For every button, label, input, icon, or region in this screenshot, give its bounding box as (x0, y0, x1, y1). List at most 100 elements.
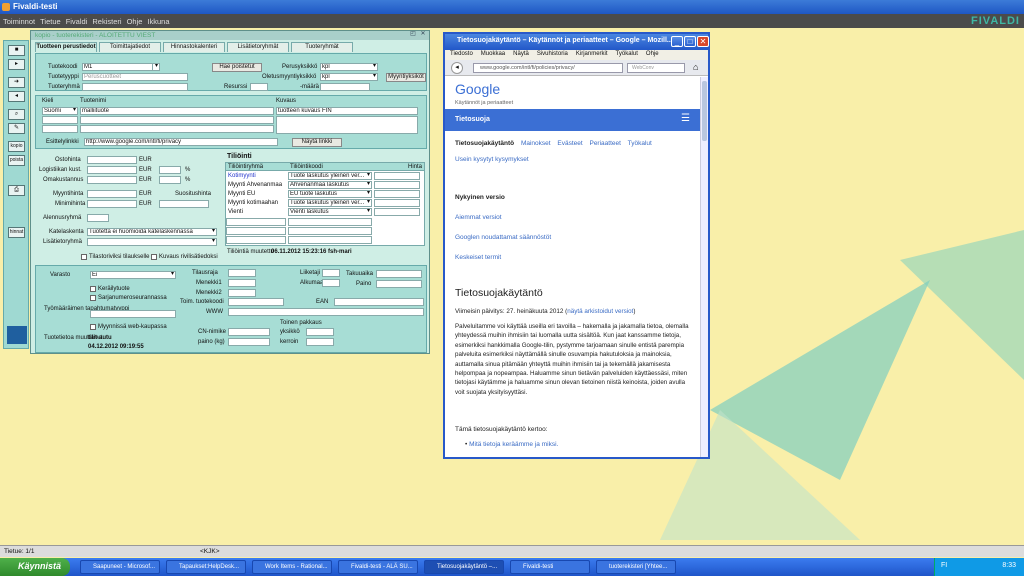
print-icon[interactable]: ⎙ (8, 185, 25, 196)
saannostot-link[interactable]: Googlen noudattamat säännöstöt (455, 233, 695, 243)
minimihinta-field[interactable] (87, 200, 137, 208)
tilausraja-field[interactable] (228, 269, 256, 277)
search-icon[interactable]: ⌕ (8, 109, 25, 120)
menekki2-field[interactable] (228, 289, 256, 297)
language-select-empty[interactable] (42, 116, 78, 124)
ean-field[interactable] (334, 298, 424, 306)
web-checkbox[interactable] (90, 324, 96, 330)
kerroin-field[interactable] (306, 338, 334, 346)
kuvaus-rivi-checkbox[interactable] (151, 254, 157, 260)
delete-button[interactable]: poista (8, 155, 25, 166)
tab-evasteet[interactable]: Evästeet (557, 140, 582, 147)
menekki1-field[interactable] (228, 279, 256, 287)
menu-sivuhistoria[interactable]: Sivuhistoria (532, 50, 571, 57)
menu-kirjanmerkit[interactable]: Kirjanmerkit (571, 50, 611, 57)
logistiikka-field[interactable] (87, 166, 137, 174)
tiliointi-row[interactable]: Vienti Vienti laskutus (226, 208, 424, 217)
faq-link[interactable]: Usein kysytyt kysymykset (455, 155, 695, 165)
row-price-field[interactable] (374, 181, 420, 189)
row-price-field[interactable] (374, 208, 420, 216)
paino-field[interactable] (376, 280, 422, 288)
edit-icon[interactable]: ✎ (8, 123, 25, 134)
task-work-items[interactable]: Work Items - Rational... (252, 560, 332, 574)
window-close-icon[interactable]: ✕ (419, 31, 427, 39)
row-code-select[interactable]: Ahvenanmaa laskutus (288, 181, 372, 189)
back-icon[interactable]: ◂ (451, 62, 463, 74)
empty-cell[interactable] (226, 218, 286, 226)
task-tuoterekisteri[interactable]: tuoterekisteri [Yhtee... (596, 560, 676, 574)
tab-periaatteet[interactable]: Periaatteet (589, 140, 620, 147)
liiketaji-field[interactable] (322, 269, 340, 277)
task-outlook[interactable]: Saapuneet - Microsof... (80, 560, 160, 574)
perusyksikko-select[interactable]: kpl (320, 63, 378, 71)
tyomaaraimen-field[interactable] (90, 310, 176, 318)
tiliointi-row[interactable]: Myynti Ahvenanmaa Ahvenanmaa laskutus (226, 181, 424, 190)
alkumaa-field[interactable] (322, 279, 340, 287)
menu-tyokalut[interactable]: Työkalut (611, 50, 641, 57)
yksikko-field[interactable] (306, 328, 334, 336)
keraily-checkbox[interactable] (90, 286, 96, 292)
menu-ohje[interactable]: Ohje (641, 50, 662, 57)
omakustannus-field[interactable] (87, 176, 137, 184)
suositushinta-field[interactable] (159, 200, 209, 208)
keskeiset-termit-link[interactable]: Keskeiset termit (455, 253, 695, 263)
scroll-thumb[interactable] (702, 81, 707, 141)
browser-scrollbar[interactable] (700, 77, 708, 457)
menu-toiminnot[interactable]: Toiminnot (0, 14, 37, 26)
omakustannus-pct-field[interactable] (159, 176, 181, 184)
language-select[interactable]: Suomi (42, 107, 78, 115)
tiliointi-row[interactable]: Myynti EU EU tuote laskutus (226, 190, 424, 199)
sarjanumero-checkbox[interactable] (90, 295, 96, 301)
oletusmyynti-select[interactable]: kpl (320, 73, 378, 81)
empty-cell[interactable] (226, 227, 286, 235)
nayta-linkki-button[interactable]: Näytä linkki (292, 138, 342, 147)
task-fivaldi-alu[interactable]: Fivaldi-testi - ALÄ SU... (338, 560, 418, 574)
row-price-field[interactable] (374, 172, 420, 180)
tab-mainokset[interactable]: Mainokset (521, 140, 551, 147)
row-price-field[interactable] (374, 190, 420, 198)
tab-tietosuojakaytanto[interactable]: Tietosuojakäytäntö (455, 140, 514, 147)
tuoteryhma-field[interactable] (82, 83, 188, 91)
tuotekoodi-field[interactable]: M1 (82, 63, 156, 71)
tab-perustiedot[interactable]: Tuotteen perustiedot (35, 42, 97, 52)
language-select-empty2[interactable] (42, 125, 78, 133)
maximize-icon[interactable]: □ (684, 36, 696, 47)
toim-tuotekoodi-field[interactable] (228, 298, 284, 306)
description-empty[interactable] (276, 116, 418, 134)
alennusryhma-field[interactable] (87, 214, 109, 222)
paino-kg-field[interactable] (228, 338, 270, 346)
resurssi-field[interactable] (250, 83, 268, 91)
menu-rekisteri[interactable]: Rekisteri (89, 14, 123, 26)
minimize-icon[interactable]: _ (671, 36, 683, 47)
esittelylinkki-field[interactable]: http://www.google.com/intl/fi/privacy (84, 138, 278, 146)
product-name-empty[interactable] (80, 116, 274, 124)
menu-ohje[interactable]: Ohje (124, 14, 145, 26)
row-code-select[interactable]: Vienti laskutus (288, 208, 372, 216)
tab-tyokalut[interactable]: Työkalut (628, 140, 652, 147)
www-field[interactable] (228, 308, 424, 316)
lisatietoryhma-select[interactable] (87, 238, 217, 246)
bullet-link[interactable]: Mitä tietoja keräämme ja miksi. (469, 441, 558, 448)
katelaskenta-select[interactable]: Tuotetta ei huomioida katelaskennassa (87, 228, 217, 236)
aiemmat-versiot-link[interactable]: Aiemmat versiot (455, 213, 695, 223)
cn-nimike-field[interactable] (228, 328, 270, 336)
menu-ikkuna[interactable]: Ikkuna (144, 14, 171, 26)
product-name-empty2[interactable] (80, 125, 274, 133)
window-restore-icon[interactable]: ◰ (409, 31, 417, 39)
row-code-select[interactable]: EU tuote laskutus (288, 190, 372, 198)
empty-cell[interactable] (288, 218, 372, 226)
home-icon[interactable]: ⌂ (693, 62, 698, 72)
language-indicator[interactable]: FI (941, 562, 947, 569)
hamburger-menu-icon[interactable]: ☰ (681, 113, 690, 124)
tilastorivi-checkbox[interactable] (81, 254, 87, 260)
tuotetyyppi-field[interactable]: Peruscuotteet (82, 73, 188, 81)
save-icon[interactable]: ■ (8, 45, 25, 56)
myyntihinta-field[interactable] (87, 190, 137, 198)
next-icon[interactable]: ➜ (8, 77, 25, 88)
menu-nayta[interactable]: Näytä (508, 50, 532, 57)
menu-tiedosto[interactable]: Tiedosto (445, 50, 476, 57)
tab-hinnastokalenteri[interactable]: Hinnastokalenteri (163, 42, 225, 52)
tuotekoodi-dropdown[interactable] (152, 63, 160, 71)
prev-icon[interactable]: ◂ (8, 91, 25, 102)
address-bar[interactable]: www.google.com/intl/fi/policies/privacy/ (473, 63, 623, 73)
